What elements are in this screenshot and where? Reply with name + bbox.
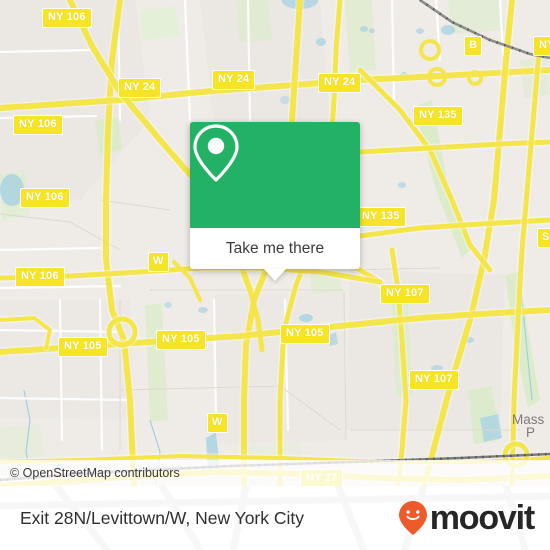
road-shield: NY 105 [156,330,206,350]
road-shield: NY 135 [356,207,406,227]
road-shield: B [464,36,483,56]
road-shield: W [148,252,169,272]
road-shield: NY 106 [13,115,63,135]
road-shield: NY 106 [42,8,92,28]
moovit-logo[interactable]: moovit [398,499,535,537]
road-shield: NY 105 [280,324,330,344]
road-shield: NY 106 [20,188,70,208]
attribution-text: © OpenStreetMap contributors [10,466,180,480]
callout-pointer [264,269,286,281]
road-shield: NY 135 [413,106,463,126]
road-shield: NY [533,36,550,56]
road-shield: NY 24 [118,78,162,98]
location-title: Exit 28N/Levittown/W, New York City [20,507,304,528]
callout-header [190,122,360,228]
map-canvas[interactable]: .rd { stroke:#f4e54a; fill:none; stroke-… [0,0,550,486]
callout-footer[interactable]: Take me there [190,228,360,281]
road-shield: W [207,413,228,433]
place-label-line: P [526,425,536,440]
place-label: Mass P [512,413,544,440]
road-shield: NY 105 [58,337,108,357]
moovit-wordmark: moovit [429,499,535,537]
take-me-there-label: Take me there [225,239,325,257]
road-shield: NY 107 [380,284,430,304]
road-shield: NY 107 [409,370,459,390]
road-shield: NY 24 [212,70,256,90]
bottom-info-bar: Exit 28N/Levittown/W, New York City moov… [0,486,550,550]
road-shield: NY 106 [15,267,65,287]
moovit-pin-icon [398,501,427,535]
road-shield: S [537,228,550,248]
map-attribution: © OpenStreetMap contributors [0,460,550,486]
screenshot-root: .rd { stroke:#f4e54a; fill:none; stroke-… [0,0,550,550]
road-shield: NY 24 [318,73,362,93]
take-me-there-callout[interactable]: Take me there [190,122,360,281]
map-pin-icon [193,124,239,182]
